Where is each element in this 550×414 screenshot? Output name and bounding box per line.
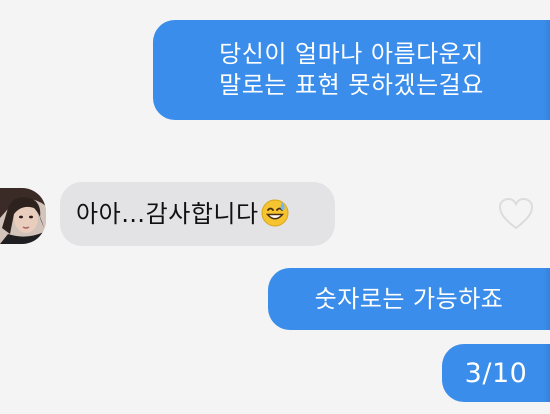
chat-screen: { "messages": [ { "direction": "sent", "… bbox=[0, 0, 550, 414]
bubble-edge-shadow bbox=[544, 268, 550, 330]
bubble-edge-shadow bbox=[544, 20, 550, 120]
avatar-image bbox=[0, 188, 46, 244]
bubble-edge-shadow bbox=[544, 344, 550, 402]
received-message-bubble[interactable]: 아아…감사합니다 bbox=[60, 182, 335, 246]
message-text: 아아…감사합니다 bbox=[76, 199, 259, 228]
contact-avatar[interactable] bbox=[0, 188, 46, 244]
message-text: 숫자로는 가능하죠 bbox=[314, 284, 504, 313]
message-text: 3/10 bbox=[464, 357, 528, 389]
heart-icon[interactable] bbox=[498, 197, 534, 231]
sent-message-bubble[interactable]: 당신이 얼마나 아름다운지 말로는 표현 못하겠는걸요 bbox=[153, 20, 550, 120]
message-text-line: 당신이 얼마나 아름다운지 bbox=[219, 40, 484, 68]
sent-message-bubble[interactable]: 3/10 bbox=[442, 344, 550, 402]
message-text-line: 아아…감사합니다 bbox=[76, 199, 289, 230]
grinning-sweat-emoji-icon bbox=[261, 199, 289, 226]
sent-message-bubble[interactable]: 숫자로는 가능하죠 bbox=[268, 268, 550, 330]
message-text-line: 말로는 표현 못하겠는걸요 bbox=[219, 71, 484, 99]
